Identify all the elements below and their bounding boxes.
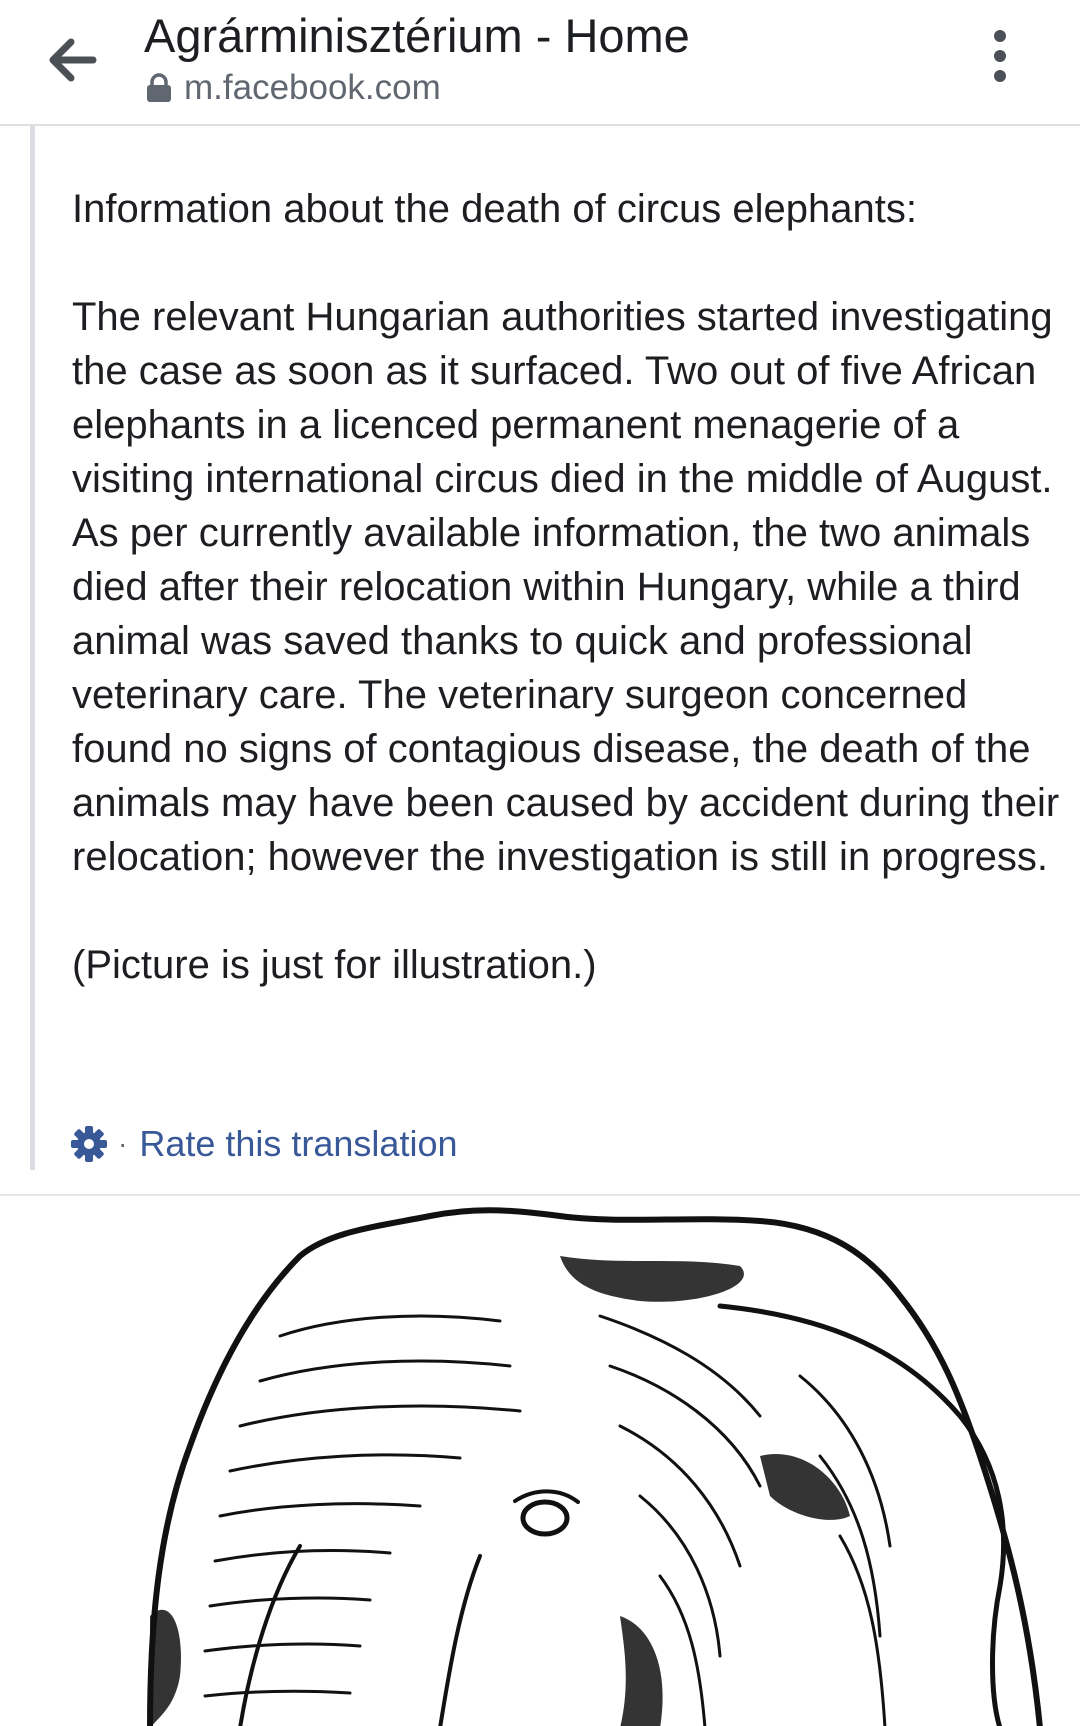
post-body: The relevant Hungarian authorities start…: [72, 295, 1060, 879]
translation-actions: · Rate this translation: [70, 1119, 458, 1169]
url-display: m.facebook.com: [146, 68, 441, 108]
rate-translation-link[interactable]: Rate this translation: [139, 1123, 457, 1165]
more-vertical-icon: [994, 30, 1006, 82]
post-heading: Information about the death of circus el…: [72, 187, 917, 231]
page-title: Agrárminisztérium - Home: [144, 9, 690, 62]
separator-dot: ·: [118, 1128, 128, 1159]
post-text: Information about the death of circus el…: [72, 182, 1062, 992]
browser-top-bar: Agrárminisztérium - Home m.facebook.com: [0, 0, 1080, 126]
url-text: m.facebook.com: [184, 68, 441, 107]
post-note: (Picture is just for illustration.): [72, 943, 597, 987]
more-options-button[interactable]: [970, 20, 1030, 92]
back-button[interactable]: [36, 24, 108, 96]
back-arrow-icon: [49, 38, 97, 82]
translation-quote-bar: [30, 126, 35, 1170]
post-image[interactable]: [0, 1194, 1080, 1726]
lock-icon: [147, 73, 171, 102]
gear-icon[interactable]: [70, 1125, 108, 1163]
elephant-illustration: [147, 1207, 1043, 1726]
